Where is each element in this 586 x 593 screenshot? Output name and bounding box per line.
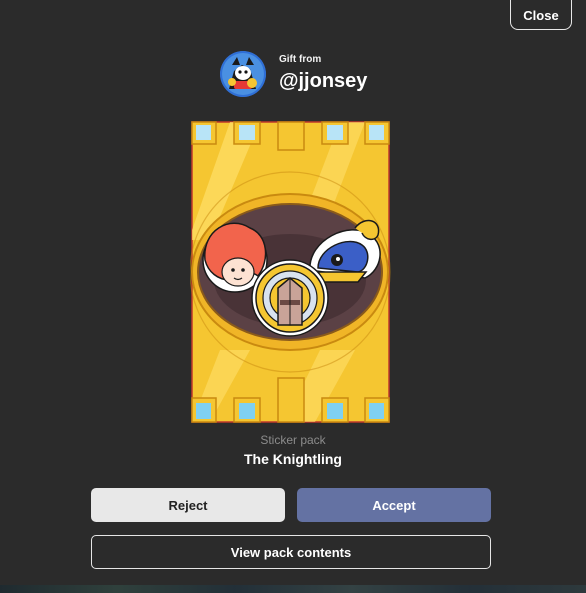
sender-username: @jjonsey bbox=[279, 70, 368, 92]
background-strip bbox=[0, 585, 586, 593]
sticker-pack-art-icon bbox=[190, 121, 391, 423]
pack-type-label: Sticker pack bbox=[260, 433, 326, 447]
pack-name: The Knightling bbox=[244, 451, 342, 467]
gift-from-label: Gift from bbox=[279, 54, 322, 65]
gift-modal: Close Gift from @jjonsey Sticker pack Th… bbox=[0, 0, 586, 593]
sender-avatar bbox=[220, 51, 266, 97]
view-pack-contents-button[interactable]: View pack contents bbox=[91, 535, 491, 569]
accept-button[interactable]: Accept bbox=[297, 488, 491, 522]
gift-sender: Gift from @jjonsey bbox=[220, 51, 367, 97]
close-button[interactable]: Close bbox=[510, 0, 572, 30]
user-avatar-icon bbox=[220, 51, 266, 97]
reject-button[interactable]: Reject bbox=[91, 488, 285, 522]
